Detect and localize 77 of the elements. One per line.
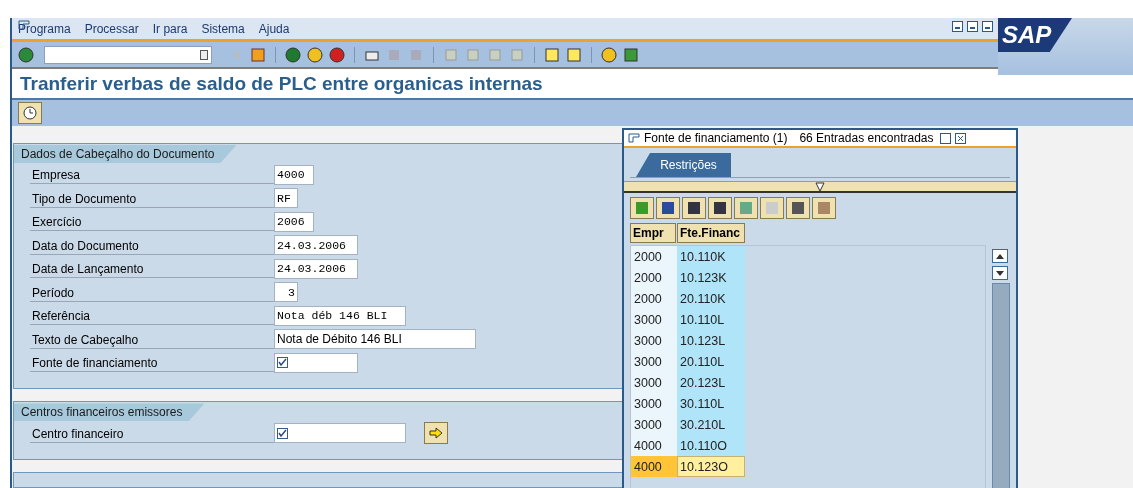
field-label: Referência (30, 306, 274, 326)
table-cell[interactable]: 20.110K (677, 288, 745, 309)
table-cell[interactable]: 2000 (631, 267, 677, 288)
table-cell[interactable]: 10.110O (677, 435, 745, 456)
command-field[interactable] (44, 45, 212, 64)
table-cell[interactable]: 30.210L (677, 414, 745, 435)
table-cell[interactable]: 4000 (631, 435, 677, 456)
input-field[interactable]: RF (274, 188, 298, 209)
scroll-up-button[interactable] (992, 249, 1008, 263)
table-cell[interactable]: 20.123L (677, 372, 745, 393)
input-field[interactable]: 24.03.2006 (274, 235, 358, 256)
input-field[interactable]: Nota déb 146 BLI (274, 305, 406, 326)
input-field[interactable]: 2006 (274, 211, 314, 232)
down-arrow-icon (996, 270, 1004, 276)
input-field[interactable] (274, 423, 406, 444)
table-cell[interactable]: 3000 (631, 330, 677, 351)
screen-title: Tranferir verbas de saldo de PLC entre organicas internas (12, 69, 1133, 101)
toolbar-button[interactable] (682, 197, 706, 219)
multiple-selection-button[interactable] (424, 422, 448, 445)
toolbar-button[interactable] (708, 197, 732, 219)
field-label: Empresa (30, 165, 274, 185)
table-cell[interactable]: 3000 (631, 393, 677, 414)
menu-item[interactable]: Ajuda (258, 21, 290, 36)
field-label: Data do Documento (30, 235, 274, 255)
table-cell[interactable]: 3000 (631, 414, 677, 435)
field-label: Centro financeiro (30, 423, 274, 443)
field-label: Tipo de Documento (30, 188, 274, 208)
column-header[interactable]: Fte.Financ (677, 223, 745, 243)
table-cell[interactable]: 30.110L (677, 393, 745, 414)
clock-icon (23, 106, 37, 121)
window-menu-icon[interactable] (628, 133, 640, 143)
checkbox-icon (277, 357, 288, 369)
menu-item[interactable]: Processar (84, 21, 139, 36)
input-field[interactable]: 24.03.2006 (274, 258, 358, 279)
field-label: Data de Lançamento (30, 259, 274, 279)
table-cell[interactable]: 20.110L (677, 351, 745, 372)
checkbox-icon (277, 427, 288, 439)
menu-item[interactable]: Ir para (152, 21, 188, 36)
input-field[interactable]: 4000 (274, 164, 314, 185)
menu-item[interactable]: Programa (18, 21, 71, 36)
input-field[interactable]: Nota de Débito 146 BLI (274, 329, 476, 350)
table-cell[interactable]: 3000 (631, 372, 677, 393)
restore-icon[interactable] (939, 132, 951, 144)
table-cell[interactable]: 4000 (631, 456, 677, 477)
scrollbar-track[interactable] (992, 283, 1010, 488)
tab[interactable]: Restrições (636, 153, 731, 177)
input-field[interactable]: 3 (274, 282, 298, 303)
group-title: Dados de Cabeçalho do Documento (14, 145, 237, 163)
minimize-icon[interactable] (952, 21, 963, 32)
dialog-title: Fonte de financiamento (1) (644, 131, 788, 145)
collapse-icon[interactable] (815, 182, 825, 192)
field-label: Exercício (30, 212, 274, 232)
execute-button[interactable] (18, 102, 42, 125)
menu-item[interactable]: Sistema (201, 21, 245, 36)
table-cell[interactable]: 10.110L (677, 309, 745, 330)
logo: SAP (998, 18, 1072, 52)
up-arrow-icon (996, 253, 1004, 259)
field-label: Período (30, 282, 274, 302)
toolbar-button[interactable] (786, 197, 810, 219)
table-cell[interactable]: 10.123L (677, 330, 745, 351)
dropdown-icon[interactable] (200, 49, 208, 60)
group-title: Centros financeiros emissores (14, 403, 205, 422)
field-label: Fonte de financiamento (30, 353, 274, 373)
input-field[interactable] (274, 352, 358, 373)
scroll-down-button[interactable] (992, 266, 1008, 280)
table-cell[interactable]: 10.110K (677, 246, 745, 267)
table-cell[interactable]: 10.123O (677, 456, 745, 477)
table-cell[interactable]: 3000 (631, 351, 677, 372)
field-label: Texto de Cabeçalho (30, 329, 274, 349)
entry-count: 66 Entradas encontradas (799, 131, 934, 145)
table-cell[interactable]: 10.123K (677, 267, 745, 288)
column-header[interactable]: Empr (630, 223, 676, 243)
arrow-icon (429, 427, 443, 440)
table-cell[interactable]: 2000 (631, 288, 677, 309)
table-cell[interactable]: 3000 (631, 309, 677, 330)
toolbar-button[interactable] (656, 197, 680, 219)
table-cell[interactable]: 2000 (631, 246, 677, 267)
